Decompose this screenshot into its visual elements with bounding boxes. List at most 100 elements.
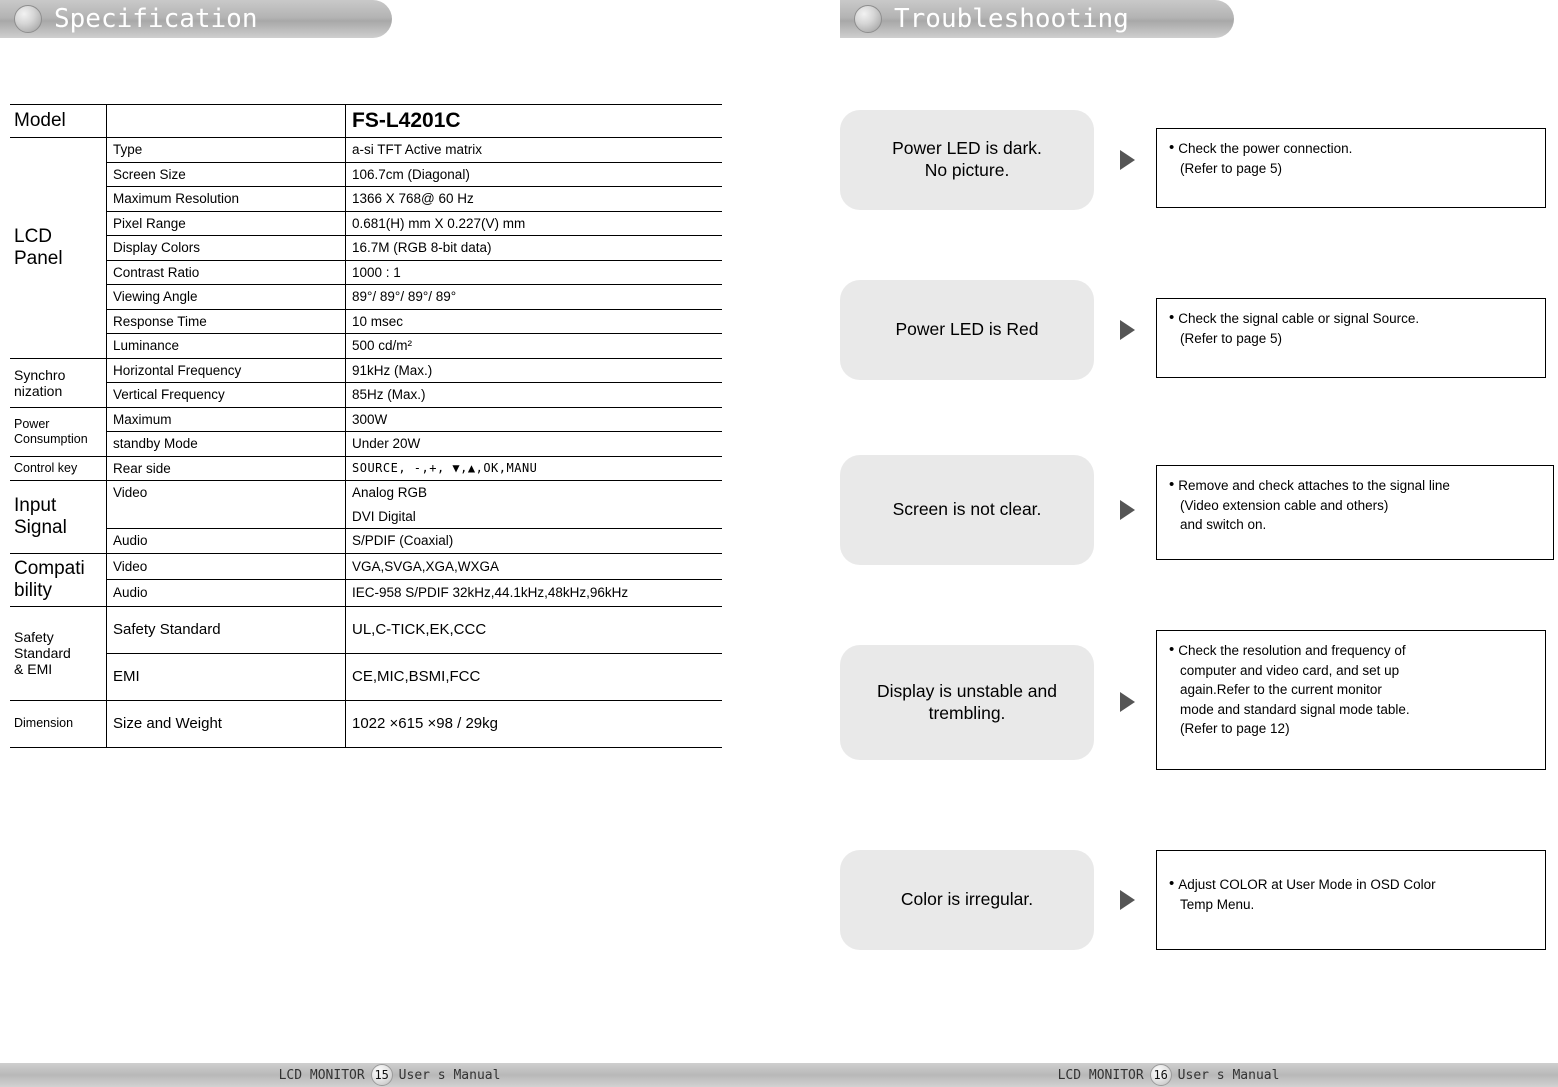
footer-suffix: User s Manual	[398, 1067, 501, 1083]
spec-value: DVI Digital	[345, 504, 722, 530]
spec-item: Maximum	[106, 407, 346, 433]
spec-value: 85Hz (Max.)	[345, 382, 722, 408]
table-row: Compati bility Video VGA,SVGA,XGA,WXGA	[10, 553, 722, 607]
spec-item: Safety Standard	[106, 606, 346, 654]
tab-specification[interactable]: Specification	[0, 0, 392, 38]
solution-text: Check the power connection.	[1178, 141, 1353, 156]
tab-troubleshooting[interactable]: Troubleshooting	[840, 0, 1234, 38]
spec-item: Viewing Angle	[106, 284, 346, 310]
spec-item: Luminance	[106, 333, 346, 359]
table-row: Dimension Size and Weight 1022 ×615 ×98 …	[10, 700, 722, 748]
table-row: Screen Size 106.7cm (Diagonal)	[10, 162, 722, 188]
spec-value: CE,MIC,BSMI,FCC	[345, 653, 722, 701]
arrow-icon	[1120, 320, 1135, 340]
footer-left: LCD MONITOR 15 User s Manual	[0, 1063, 779, 1087]
symptom-bubble: Power LED is Red	[840, 280, 1094, 380]
spec-item: Type	[106, 137, 346, 163]
table-row: Power Consumption Maximum 300W	[10, 407, 722, 457]
spec-item: EMI	[106, 653, 346, 701]
solution-box: • Adjust COLOR at User Mode in OSD Color…	[1156, 850, 1546, 950]
symptom-text: Screen is not clear.	[892, 499, 1042, 520]
spec-item: Contrast Ratio	[106, 260, 346, 286]
troubleshooting-item: Power LED is Red • Check the signal cabl…	[840, 280, 1546, 385]
bullet-icon: •	[1169, 139, 1175, 156]
model-blank	[106, 103, 346, 139]
solution-text: Adjust COLOR at User Mode in OSD Color	[1178, 877, 1436, 892]
table-row: Safety Standard & EMI Safety Standard UL,C…	[10, 606, 722, 701]
troubleshooting-item: Screen is not clear. • Remove and check …	[840, 455, 1554, 570]
solution-line: mode and standard signal mode table.	[1180, 701, 1410, 717]
solution-line: (Refer to page 5)	[1180, 160, 1283, 176]
table-row: Model FS-L4201C	[10, 103, 722, 139]
tab-specification-label: Specification	[54, 4, 258, 34]
model-value: FS-L4201C	[345, 103, 722, 139]
group-safety-standard-emi: Safety Standard & EMI	[10, 606, 107, 701]
page-number: 16	[1149, 1064, 1172, 1086]
bullet-icon: •	[1169, 476, 1175, 493]
footer-prefix: LCD MONITOR	[1057, 1067, 1144, 1083]
spec-value: 16.7M (RGB 8-bit data)	[345, 235, 722, 261]
solution-line: Temp Menu.	[1180, 896, 1255, 912]
arrow-icon	[1120, 890, 1135, 910]
symptom-bubble: Color is irregular.	[840, 850, 1094, 950]
arrow-icon	[1120, 500, 1135, 520]
model-label: Model	[10, 103, 107, 139]
solution-text: Check the resolution and frequency of	[1178, 643, 1406, 658]
symptom-bubble: Display is unstable and trembling.	[840, 645, 1094, 760]
spec-value: 1366 X 768@ 60 Hz	[345, 186, 722, 212]
spec-item: Screen Size	[106, 162, 346, 188]
solution-line: • Remove and check attaches to the signa…	[1169, 476, 1543, 496]
solution-line: and switch on.	[1180, 517, 1267, 533]
solution-text: Remove and check attaches to the signal …	[1178, 478, 1450, 493]
spec-value: VGA,SVGA,XGA,WXGA	[345, 553, 722, 581]
spec-item: Audio	[106, 528, 346, 554]
troubleshooting-item: Power LED is dark. No picture. • Check t…	[840, 110, 1546, 215]
footer-suffix: User s Manual	[1177, 1067, 1280, 1083]
spec-value: S/PDIF (Coaxial)	[345, 528, 722, 554]
spec-item: Pixel Range	[106, 211, 346, 237]
table-row: Maximum Resolution 1366 X 768@ 60 Hz	[10, 186, 722, 212]
group-lcd-panel: LCD Panel	[10, 137, 107, 359]
spec-value: 300W	[345, 407, 722, 433]
spec-value: 10 msec	[345, 309, 722, 335]
spec-item: Display Colors	[106, 235, 346, 261]
group-compatibility: Compati bility	[10, 553, 107, 607]
bullet-icon: •	[1169, 309, 1175, 326]
table-row: LCD Panel Type a-si TFT Active matrix	[10, 137, 722, 359]
solution-line: (Video extension cable and others)	[1180, 497, 1389, 513]
solution-box: • Check the signal cable or signal Sourc…	[1156, 298, 1546, 378]
symptom-bubble: Power LED is dark. No picture.	[840, 110, 1094, 210]
table-row: Display Colors 16.7M (RGB 8-bit data)	[10, 235, 722, 261]
spec-value: Under 20W	[345, 431, 722, 457]
group-synchronization: Synchro nization	[10, 358, 107, 408]
table-row: standby Mode Under 20W	[10, 431, 722, 457]
table-row: Synchro nization Horizontal Frequency 91k…	[10, 358, 722, 408]
symptom-text: Power LED is Red	[895, 319, 1039, 340]
table-row: Vertical Frequency 85Hz (Max.)	[10, 382, 722, 408]
solution-line: (Refer to page 5)	[1180, 330, 1283, 346]
spec-value: 1000 : 1	[345, 260, 722, 286]
bullet-icon: •	[1169, 875, 1175, 892]
spec-value: a-si TFT Active matrix	[345, 137, 722, 163]
table-row: Luminance 500 cd/m²	[10, 333, 722, 359]
spec-value: 106.7cm (Diagonal)	[345, 162, 722, 188]
solution-box: • Check the power connection. (Refer to …	[1156, 128, 1546, 208]
spec-item	[106, 504, 346, 530]
solution-line: • Check the signal cable or signal Sourc…	[1169, 309, 1535, 329]
tab-bullet-icon	[854, 5, 882, 33]
spec-value: 500 cd/m²	[345, 333, 722, 359]
symptom-text: Power LED is dark. No picture.	[892, 138, 1042, 180]
spec-item: Maximum Resolution	[106, 186, 346, 212]
table-row: Contrast Ratio 1000 : 1	[10, 260, 722, 286]
solution-line: again.Refer to the current monitor	[1180, 682, 1382, 698]
bullet-icon: •	[1169, 641, 1175, 658]
footer-prefix: LCD MONITOR	[278, 1067, 365, 1083]
solution-line: • Check the resolution and frequency of	[1169, 641, 1535, 661]
group-input-signal: Input Signal	[10, 480, 107, 554]
spec-item: standby Mode	[106, 431, 346, 457]
solution-line: (Refer to page 12)	[1180, 721, 1290, 737]
spec-value: UL,C-TICK,EK,CCC	[345, 606, 722, 654]
solution-text: Check the signal cable or signal Source.	[1178, 311, 1420, 326]
spec-item: Size and Weight	[106, 700, 346, 748]
table-row: DVI Digital	[10, 504, 722, 530]
